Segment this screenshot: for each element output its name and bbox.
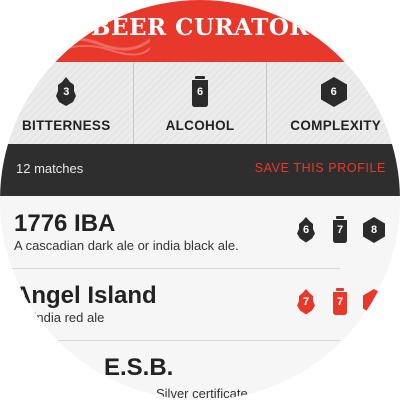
can-icon: 7: [328, 216, 352, 244]
beer-item[interactable]: E.S.B. Silver certificate: [0, 340, 340, 400]
beer-alcohol: 7: [336, 224, 344, 236]
can-icon: 7: [328, 288, 352, 316]
filter-bitterness[interactable]: 3 BITTERNESS: [0, 62, 134, 144]
hexagon-icon: 6: [320, 76, 348, 108]
status-bar: 12 matches SAVE THIS PROFILE: [0, 144, 400, 196]
beer-bitterness: 7: [302, 296, 310, 308]
app-title: BEER CURATOR: [91, 14, 309, 41]
match-count: 12 matches: [16, 161, 84, 176]
save-profile-button[interactable]: SAVE THIS PROFILE: [255, 161, 386, 175]
app-viewport: BEER CURATOR 3 BITTERNESS 6 ALCOHOL 6 CO…: [0, 0, 400, 400]
beer-complexity: [362, 288, 386, 316]
can-icon: 6: [186, 76, 214, 108]
beer-name: 1776 IBA: [14, 210, 116, 237]
beer-bitterness: 6: [302, 224, 310, 236]
beer-description: A cascadian dark ale or india black ale.: [14, 238, 239, 253]
beer-alcohol: 7: [336, 296, 344, 308]
beer-description: Silver certificate: [156, 386, 248, 400]
beer-description: An india red ale: [14, 310, 105, 325]
alcohol-value: 6: [196, 86, 204, 98]
filter-complexity[interactable]: 6 COMPLEXITY: [267, 62, 400, 144]
beer-item[interactable]: Angel Island An india red ale 7 7: [0, 268, 385, 341]
beer-list: 1776 IBA A cascadian dark ale or india b…: [0, 196, 400, 400]
filter-label-alcohol: ALCOHOL: [165, 118, 235, 133]
app-header: BEER CURATOR: [0, 0, 400, 62]
hop-icon: 3: [52, 76, 80, 108]
hop-icon: 7: [294, 288, 318, 316]
beer-ratings: 7 7: [294, 288, 400, 320]
bitterness-value: 3: [63, 86, 70, 98]
hop-icon: 6: [294, 216, 318, 244]
filter-label-complexity: COMPLEXITY: [290, 118, 382, 133]
filter-alcohol[interactable]: 6 ALCOHOL: [134, 62, 268, 144]
beer-item[interactable]: 1776 IBA A cascadian dark ale or india b…: [0, 196, 385, 269]
beer-complexity: 8: [370, 224, 378, 236]
hexagon-icon: 8: [362, 216, 386, 244]
beer-name: E.S.B.: [104, 354, 174, 381]
filter-bar: 3 BITTERNESS 6 ALCOHOL 6 COMPLEXITY: [0, 62, 400, 145]
beer-name: Angel Island: [14, 282, 157, 309]
beer-ratings: 6 7 8: [294, 216, 400, 248]
complexity-value: 6: [330, 86, 337, 98]
hexagon-icon: [362, 288, 386, 316]
